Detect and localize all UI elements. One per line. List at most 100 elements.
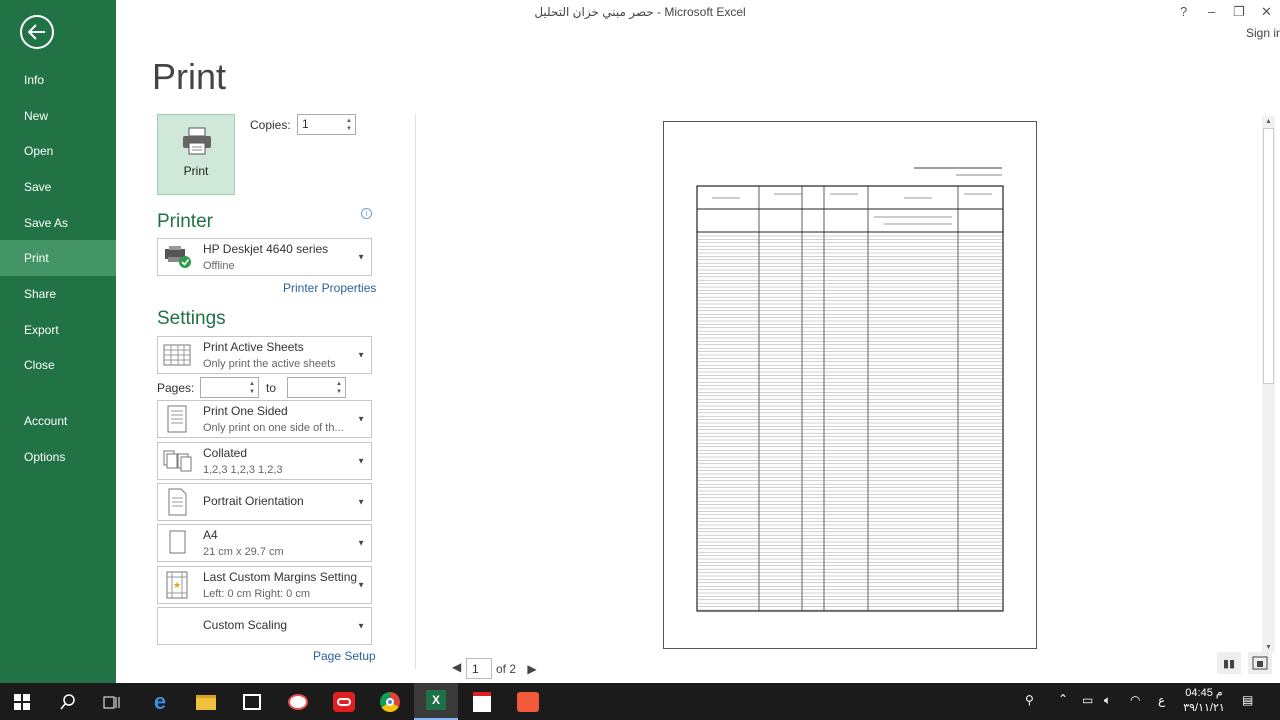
app-orange-icon[interactable] — [514, 688, 542, 716]
nav-item-save-as[interactable]: Save As — [0, 205, 116, 241]
app-red-icon[interactable] — [330, 688, 358, 716]
sides-sub: Only print on one side of th... — [203, 422, 344, 434]
window-title: حصر مبني خزان التحليل - Microsoft Excel — [534, 5, 746, 19]
copies-value: 1 — [302, 117, 309, 131]
nav-item-export[interactable]: Export — [0, 312, 116, 348]
windows-start-icon[interactable] — [8, 688, 36, 716]
spin-up-icon[interactable]: ▲ — [346, 117, 352, 125]
panel-divider — [415, 114, 416, 669]
spin-up-icon[interactable]: ▲ — [336, 380, 342, 388]
printer-icon — [183, 127, 211, 155]
chrome-icon[interactable] — [376, 688, 404, 716]
scroll-down-icon[interactable]: ▼ — [1265, 644, 1272, 651]
task-view-icon[interactable] — [98, 688, 126, 716]
notifications-icon[interactable]: ▤ — [1242, 693, 1253, 707]
input-language[interactable]: ع — [1158, 693, 1165, 707]
chevron-down-icon: ▼ — [357, 497, 365, 507]
excel-taskbar-button[interactable]: X — [414, 683, 458, 720]
zoom-page-icon — [1252, 656, 1268, 670]
backstage-nav: Info New Open Save Save As Print Share E… — [0, 0, 116, 683]
page-setup-link[interactable]: Page Setup — [313, 649, 376, 663]
back-button[interactable] — [20, 15, 54, 49]
volume-icon[interactable]: 🔈︎ — [1104, 693, 1111, 708]
wifi-icon[interactable]: ◠ — [1130, 693, 1140, 707]
battery-icon[interactable]: ▭ — [1082, 693, 1093, 707]
nav-item-new[interactable]: New — [0, 98, 116, 134]
chevron-down-icon: ▼ — [357, 621, 365, 631]
collation-dropdown[interactable]: Collated 1,2,3 1,2,3 1,2,3 ▼ — [157, 442, 372, 480]
collation-sub: 1,2,3 1,2,3 1,2,3 — [203, 464, 283, 476]
copies-label: Copies: — [250, 118, 291, 132]
nav-item-account[interactable]: Account — [0, 403, 116, 439]
print-what-title: Print Active Sheets — [203, 340, 304, 354]
nav-item-save[interactable]: Save — [0, 169, 116, 205]
spin-down-icon[interactable]: ▼ — [336, 388, 342, 396]
spin-down-icon[interactable]: ▼ — [346, 125, 352, 133]
pages-to-label: to — [266, 381, 277, 395]
help-button[interactable]: ? — [1180, 4, 1187, 19]
current-page-input[interactable]: 1 — [466, 658, 492, 679]
minimize-button[interactable]: – — [1208, 4, 1215, 19]
preview-sheet-drawing — [696, 167, 1004, 612]
scrollbar-thumb[interactable] — [1263, 128, 1274, 384]
margins-title: Last Custom Margins Setting — [203, 570, 358, 584]
edge-browser-icon[interactable]: e — [146, 688, 174, 716]
search-icon[interactable] — [54, 688, 82, 716]
restore-button[interactable]: ❐ — [1233, 4, 1245, 20]
nav-item-share[interactable]: Share — [0, 276, 116, 312]
sign-in-link[interactable]: Sign in — [1246, 26, 1280, 40]
nav-item-info[interactable]: Info — [0, 62, 116, 98]
next-page-icon[interactable]: ▶ — [527, 662, 536, 676]
sides-dropdown[interactable]: Print One Sided Only print on one side o… — [157, 400, 372, 438]
margins-sub: Left: 0 cm Right: 0 cm — [203, 588, 310, 600]
close-window-button[interactable]: ✕ — [1261, 4, 1272, 20]
spin-up-icon[interactable]: ▲ — [249, 380, 255, 388]
pages-to-input[interactable]: ▲ ▼ — [287, 377, 346, 398]
chevron-down-icon: ▼ — [357, 252, 365, 262]
nav-item-options[interactable]: Options — [0, 439, 116, 475]
one-sided-page-icon — [167, 405, 187, 433]
printer-dropdown[interactable]: HP Deskjet 4640 series Offline ▼ — [157, 238, 372, 276]
print-preview-page — [663, 121, 1037, 649]
collation-title: Collated — [203, 446, 248, 460]
margins-icon: ★ — [166, 571, 188, 599]
spin-down-icon[interactable]: ▼ — [249, 388, 255, 396]
copies-input[interactable]: 1 ▲ ▼ — [297, 114, 356, 135]
pages-label: Pages: — [157, 381, 195, 395]
info-icon[interactable]: i — [361, 208, 372, 219]
printer-status: Offline — [203, 260, 235, 272]
scroll-up-icon[interactable]: ▲ — [1265, 118, 1272, 125]
zoom-to-page-button[interactable] — [1248, 652, 1272, 674]
taskbar-clock[interactable]: 04:45 م ٣٩/١١/٢١ — [1180, 686, 1228, 716]
chevron-down-icon: ▼ — [357, 414, 365, 424]
print-what-dropdown[interactable]: Print Active Sheets Only print the activ… — [157, 336, 372, 374]
show-margins-button[interactable]: ▮▮ — [1217, 652, 1241, 674]
paper-size-dropdown[interactable]: A4 21 cm x 29.7 cm ▼ — [157, 524, 372, 562]
chevron-down-icon: ▼ — [357, 350, 365, 360]
orientation-dropdown[interactable]: Portrait Orientation ▼ — [157, 483, 372, 521]
scaling-dropdown[interactable]: Custom Scaling ▼ — [157, 607, 372, 645]
chevron-up-icon[interactable]: ⌃ — [1058, 692, 1068, 706]
taskbar: e X ⚲ ⌃ ▭ 🔈︎ ◠ ع 04:45 م ٣٩/١١/٢١ ▤ — [0, 683, 1280, 720]
excel-icon: X — [426, 690, 446, 710]
paper-size-sub: 21 cm x 29.7 cm — [203, 546, 284, 558]
pdf-reader-icon[interactable] — [468, 688, 496, 716]
file-explorer-icon[interactable] — [192, 688, 220, 716]
people-icon[interactable]: ⚲ — [1025, 693, 1034, 707]
prev-page-icon[interactable]: ◀ — [452, 660, 461, 674]
print-button-label: Print — [183, 164, 209, 178]
scaling-title: Custom Scaling — [203, 618, 288, 632]
clock-date: ٣٩/١١/٢١ — [1183, 702, 1225, 714]
margins-dropdown[interactable]: ★ Last Custom Margins Setting Left: 0 cm… — [157, 566, 372, 604]
pages-from-input[interactable]: ▲ ▼ — [200, 377, 259, 398]
orientation-title: Portrait Orientation — [203, 494, 304, 508]
nav-item-close[interactable]: Close — [0, 347, 116, 383]
printer-name: HP Deskjet 4640 series — [203, 242, 329, 256]
nav-item-open[interactable]: Open — [0, 133, 116, 169]
paint-app-icon[interactable] — [284, 688, 312, 716]
nav-item-print[interactable]: Print — [0, 240, 116, 276]
margins-toggle-icon: ▮▮ — [1222, 657, 1236, 670]
print-button[interactable]: Print — [157, 114, 235, 195]
store-icon[interactable] — [238, 688, 266, 716]
printer-properties-link[interactable]: Printer Properties — [283, 281, 376, 295]
